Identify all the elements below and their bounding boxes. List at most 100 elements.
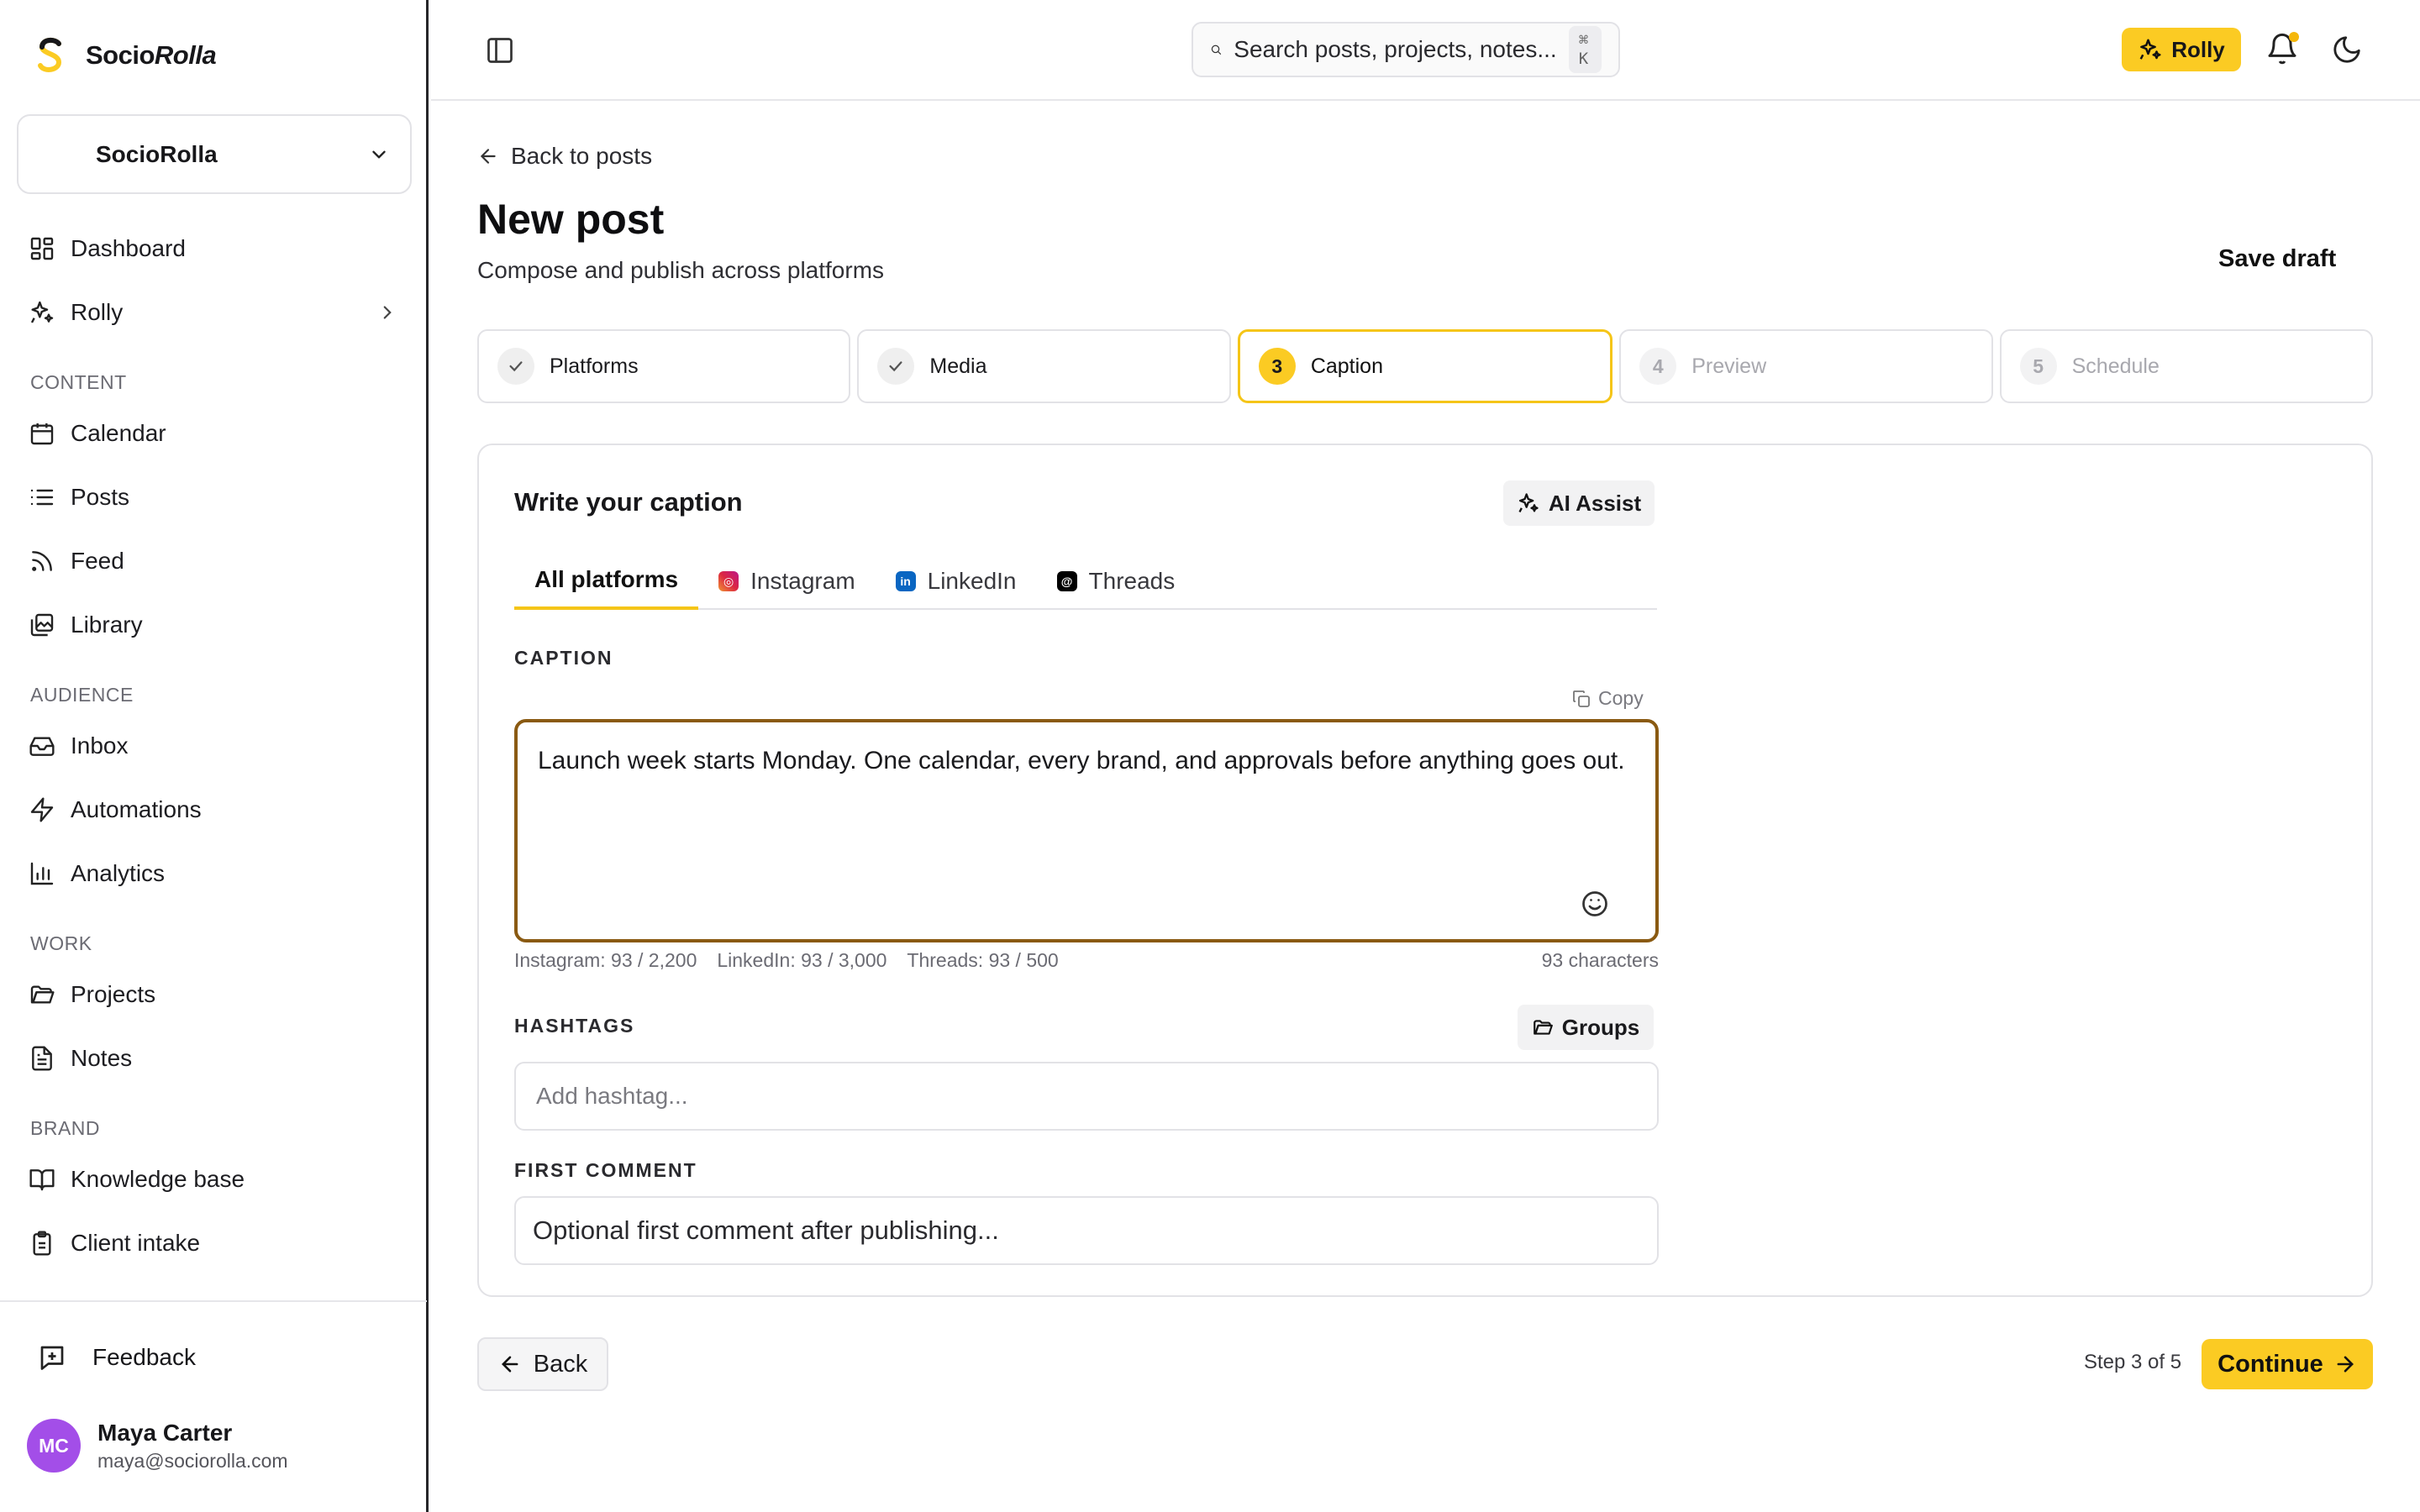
sidebar-item-automations[interactable]: Automations — [29, 786, 407, 833]
save-draft-button[interactable]: Save draft — [2218, 245, 2336, 273]
threads-count: Threads: 93 / 500 — [907, 949, 1059, 971]
instagram-icon: ◎ — [718, 571, 739, 591]
sparkles-icon — [30, 301, 54, 323]
tab-instagram[interactable]: ◎ Instagram — [698, 553, 876, 610]
sidebar-item-client-intake[interactable]: Client intake — [29, 1220, 407, 1267]
step-label: Platforms — [550, 354, 639, 378]
step-check-badge — [877, 348, 915, 385]
sidebar-item-label: Notes — [71, 1045, 133, 1071]
sparkles-icon — [2139, 39, 2161, 60]
total-characters: 93 characters — [1541, 949, 1659, 971]
sidebar-item-label: Projects — [71, 981, 156, 1007]
step-preview[interactable]: 4 Preview — [1619, 329, 1993, 403]
copy-button[interactable]: Copy — [1571, 687, 1644, 710]
character-counts: Instagram: 93 / 2,200 LinkedIn: 93 / 3,0… — [514, 949, 1659, 972]
dashboard-icon — [30, 237, 54, 260]
check-icon — [889, 361, 902, 372]
step-check-badge — [497, 348, 534, 385]
sidebar-item-notes[interactable]: Notes — [29, 1035, 407, 1082]
platform-tabs: All platforms ◎ Instagram in LinkedIn @ … — [514, 553, 1657, 610]
back-button-label: Back — [533, 1350, 588, 1378]
step-counter: Step 3 of 5 — [2084, 1351, 2182, 1373]
sidebar-item-rolly[interactable]: Rolly — [29, 289, 407, 336]
brand-logo-icon — [38, 37, 62, 72]
continue-button[interactable]: Continue — [2202, 1339, 2373, 1389]
brand-name: SocioRolla — [86, 40, 217, 70]
user-profile[interactable]: MC Maya Carter maya@sociorolla.com — [27, 1418, 288, 1473]
first-comment-input[interactable]: Optional first comment after publishing.… — [514, 1196, 1659, 1265]
step-caption[interactable]: 3 Caption — [1237, 329, 1613, 403]
sidebar-item-feed[interactable]: Feed — [29, 538, 407, 585]
workspace-selector[interactable]: SocioRolla — [17, 114, 412, 194]
tab-threads[interactable]: @ Threads — [1037, 553, 1196, 610]
moon-icon[interactable] — [2331, 34, 2363, 66]
sidebar-item-calendar[interactable]: Calendar — [29, 410, 407, 457]
hashtag-groups-button[interactable]: Groups — [1518, 1005, 1654, 1050]
search-input[interactable]: Search posts, projects, notes... ⌘ K — [1192, 22, 1620, 77]
step-platforms[interactable]: Platforms — [477, 329, 851, 403]
page-subtitle: Compose and publish across platforms — [477, 257, 885, 283]
sidebar-item-dashboard[interactable]: Dashboard — [29, 225, 407, 272]
nav-section-brand: BRAND — [30, 1117, 101, 1139]
rss-icon — [32, 551, 52, 571]
back-button[interactable]: Back — [477, 1337, 608, 1391]
smile-icon[interactable] — [1580, 889, 1610, 919]
check-icon — [509, 361, 523, 372]
tab-label: Threads — [1088, 568, 1176, 594]
sidebar-item-projects[interactable]: Projects — [29, 971, 407, 1018]
continue-button-label: Continue — [2217, 1350, 2323, 1378]
folder-open-icon — [1533, 1020, 1553, 1035]
brand-logo[interactable]: SocioRolla — [34, 35, 217, 76]
tab-label: LinkedIn — [927, 568, 1017, 594]
tab-all-platforms[interactable]: All platforms — [514, 553, 699, 610]
clipboard-icon — [33, 1231, 51, 1256]
chevron-right-icon — [383, 306, 392, 319]
tab-label: Instagram — [750, 568, 855, 594]
sidebar-item-label: Analytics — [71, 860, 166, 886]
step-media[interactable]: Media — [857, 329, 1231, 403]
avatar: MC — [27, 1419, 81, 1473]
caption-label: CAPTION — [514, 647, 613, 669]
back-link-label: Back to posts — [511, 143, 653, 169]
instagram-count: Instagram: 93 / 2,200 — [514, 949, 697, 971]
caption-card: Write your caption AI Assist All platfor… — [477, 444, 2373, 1297]
arrow-left-icon — [501, 1356, 518, 1373]
workspace-name: SocioRolla — [96, 140, 218, 167]
search-shortcut: ⌘ K — [1568, 26, 1602, 73]
search-placeholder: Search posts, projects, notes... — [1234, 36, 1557, 62]
hashtag-input[interactable]: Add hashtag... — [514, 1062, 1659, 1131]
step-number-badge: 3 — [1258, 348, 1296, 385]
copy-label: Copy — [1598, 687, 1644, 709]
sidebar: SocioRolla SocioRolla Dashboard Rolly CO… — [0, 0, 429, 1512]
tab-linkedin[interactable]: in LinkedIn — [876, 553, 1037, 610]
ai-assist-button[interactable]: AI Assist — [1503, 480, 1655, 526]
sidebar-item-label: Inbox — [71, 732, 129, 759]
sidebar-item-knowledge-base[interactable]: Knowledge base — [29, 1156, 407, 1203]
sidebar-item-library[interactable]: Library — [29, 601, 407, 648]
step-number-badge: 5 — [2019, 348, 2057, 385]
user-email: maya@sociorolla.com — [97, 1450, 288, 1472]
feedback-label: Feedback — [92, 1344, 196, 1370]
first-comment-label: FIRST COMMENT — [514, 1159, 697, 1181]
step-label: Media — [929, 354, 987, 378]
groups-label: Groups — [1561, 1014, 1640, 1040]
sidebar-divider — [0, 1300, 427, 1302]
list-icon — [30, 489, 54, 506]
page-title: New post — [477, 196, 665, 243]
back-to-posts-link[interactable]: Back to posts — [477, 143, 652, 170]
sidebar-item-label: Rolly — [71, 299, 124, 325]
sidebar-item-inbox[interactable]: Inbox — [29, 722, 407, 769]
step-schedule[interactable]: 5 Schedule — [1999, 329, 2374, 403]
file-text-icon — [32, 1046, 52, 1071]
sidebar-toggle-icon[interactable] — [485, 35, 515, 66]
rolly-button[interactable]: Rolly — [2122, 28, 2241, 71]
search-icon — [1211, 45, 1222, 55]
sidebar-item-posts[interactable]: Posts — [29, 474, 407, 521]
sidebar-item-label: Posts — [71, 484, 130, 510]
feedback-button[interactable]: Feedback — [37, 1334, 196, 1381]
book-open-icon — [29, 1169, 55, 1191]
nav-section-work: WORK — [30, 932, 92, 954]
sidebar-item-analytics[interactable]: Analytics — [29, 850, 407, 897]
caption-textarea[interactable]: Launch week starts Monday. One calendar,… — [514, 719, 1659, 942]
chevron-down-icon — [372, 150, 386, 158]
